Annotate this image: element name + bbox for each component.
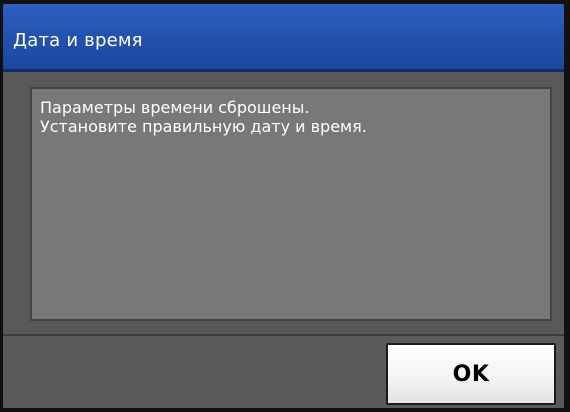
- ok-button[interactable]: OK: [386, 343, 556, 405]
- device-frame: Дата и время Параметры времени сброшены.…: [0, 0, 570, 412]
- message-panel: Параметры времени сброшены. Установите п…: [30, 87, 552, 321]
- dialog-title-bar: Дата и время: [3, 4, 564, 72]
- message-line-2: Установите правильную дату и время.: [40, 117, 367, 136]
- ok-button-label: OK: [452, 361, 490, 387]
- screen: Дата и время Параметры времени сброшены.…: [3, 4, 564, 408]
- dialog-title: Дата и время: [13, 30, 143, 51]
- message-line-1: Параметры времени сброшены.: [40, 98, 310, 117]
